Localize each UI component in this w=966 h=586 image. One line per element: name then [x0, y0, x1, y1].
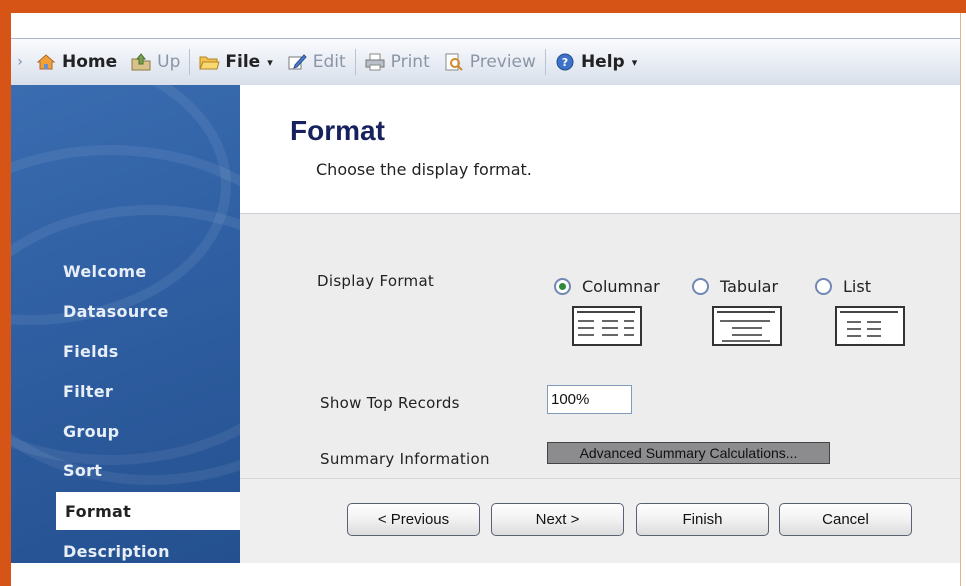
content-header: Format Choose the display format.: [240, 85, 960, 214]
file-label: File: [225, 52, 261, 72]
content-body: Display Format Columnar Tabular List Sho…: [240, 214, 960, 564]
orange-frame-left: [0, 0, 11, 586]
list-preview-thumbnail: [835, 306, 905, 346]
radio-button[interactable]: [554, 278, 571, 295]
sidebar-item-fields[interactable]: Fields: [11, 332, 240, 370]
toolbar-separator: [544, 49, 546, 75]
chevron-down-icon: ▾: [631, 55, 638, 69]
show-top-records-input[interactable]: [547, 385, 632, 414]
summary-information-label: Summary Information: [320, 450, 490, 468]
edit-label: Edit: [312, 52, 346, 72]
page-title: Format: [290, 115, 385, 146]
page-subtitle: Choose the display format.: [316, 160, 532, 179]
sidebar-item-datasource[interactable]: Datasource: [11, 292, 240, 330]
display-format-label: Display Format: [317, 272, 435, 290]
preview-label: Preview: [469, 52, 536, 72]
print-label: Print: [390, 52, 430, 72]
folder-icon: [198, 52, 221, 72]
toolbar-overflow-icon[interactable]: ›: [11, 54, 29, 70]
file-menu[interactable]: File ▾: [192, 47, 279, 77]
radio-button[interactable]: [815, 278, 832, 295]
up-label: Up: [157, 52, 181, 72]
preview-button[interactable]: Preview: [437, 47, 543, 77]
help-label: Help: [580, 52, 625, 72]
cancel-button[interactable]: Cancel: [779, 503, 912, 536]
svg-text:?: ?: [562, 56, 568, 69]
sidebar-item-group[interactable]: Group: [11, 412, 240, 450]
radio-button[interactable]: [692, 278, 709, 295]
sidebar-item-sort[interactable]: Sort: [11, 451, 240, 489]
window-right-edge: [960, 13, 966, 586]
home-icon: [35, 52, 57, 72]
toolbar: › Home Up File ▾ Edit Print Preview ? He…: [11, 38, 960, 86]
orange-frame-top: [0, 0, 966, 13]
previous-button[interactable]: < Previous: [347, 503, 480, 536]
sidebar-item-welcome[interactable]: Welcome: [11, 252, 240, 290]
show-top-records-label: Show Top Records: [320, 394, 460, 412]
help-icon: ?: [554, 52, 576, 72]
window-bottom-edge: [11, 563, 960, 586]
columnar-preview-thumbnail: [572, 306, 642, 346]
home-label: Home: [62, 52, 118, 72]
up-button[interactable]: Up: [124, 47, 187, 77]
next-button[interactable]: Next >: [491, 503, 624, 536]
sidebar-item-format[interactable]: Format: [56, 492, 240, 530]
wizard-sidebar: Welcome Datasource Fields Filter Group S…: [11, 85, 240, 563]
up-folder-icon: [130, 52, 152, 72]
advanced-summary-button[interactable]: Advanced Summary Calculations...: [547, 442, 830, 464]
print-button[interactable]: Print: [358, 47, 437, 77]
chevron-down-icon: ▾: [267, 55, 273, 69]
wizard-footer: < Previous Next > Finish Cancel: [240, 478, 960, 564]
toolbar-separator: [354, 49, 356, 75]
sidebar-item-filter[interactable]: Filter: [11, 372, 240, 410]
tabular-preview-thumbnail: [712, 306, 782, 346]
radio-label: Columnar: [582, 277, 660, 296]
edit-icon: [286, 52, 308, 72]
radio-label: List: [843, 277, 871, 296]
radio-tabular[interactable]: Tabular: [692, 277, 778, 296]
toolbar-separator: [189, 49, 191, 75]
finish-button[interactable]: Finish: [636, 503, 769, 536]
sidebar-item-description[interactable]: Description: [11, 532, 240, 563]
home-button[interactable]: Home: [29, 47, 124, 77]
print-icon: [364, 52, 386, 72]
edit-button[interactable]: Edit: [280, 47, 353, 77]
preview-icon: [443, 52, 465, 72]
radio-columnar[interactable]: Columnar: [554, 277, 660, 296]
radio-list[interactable]: List: [815, 277, 871, 296]
help-menu[interactable]: ? Help ▾: [548, 47, 644, 77]
radio-label: Tabular: [720, 277, 779, 296]
